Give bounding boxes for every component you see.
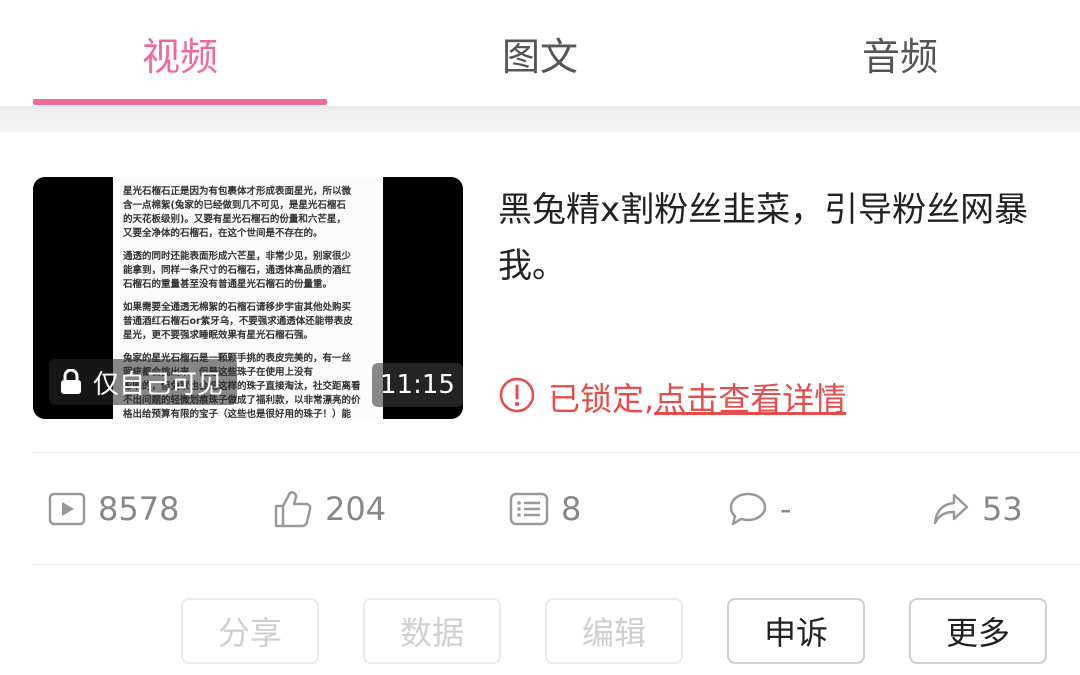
- doc-line: 通透的同时还能表面形成六芒星，非常少见，别家很少: [123, 251, 352, 262]
- doc-line: 格出给预算有限的宝子（这些也是很好用的珠子！）能: [123, 409, 352, 419]
- play-count-value: 8578: [98, 490, 180, 528]
- appeal-button[interactable]: 申诉: [727, 598, 865, 664]
- tab-video[interactable]: 视频: [33, 26, 327, 81]
- locked-label: 已锁定,: [548, 380, 655, 418]
- divider: [33, 564, 1080, 565]
- visibility-badge: 仅自己可见: [49, 359, 238, 405]
- play-icon: [48, 492, 86, 526]
- comment-count[interactable]: -: [728, 486, 792, 532]
- doc-line: 又要全净体的石榴石，在这个世间是不存在的。: [123, 228, 323, 239]
- data-button[interactable]: 数据: [363, 598, 501, 664]
- like-count[interactable]: 204: [273, 486, 386, 532]
- video-duration: 11:15: [372, 363, 463, 407]
- comment-icon: [728, 491, 768, 527]
- share-button[interactable]: 分享: [181, 598, 319, 664]
- doc-line: 如果需要全通透无棉絮的石榴石请移步宇宙其他处购买: [123, 302, 352, 313]
- visibility-label: 仅自己可见: [93, 369, 224, 400]
- doc-line: 星光石榴石正是因为有包裹体才形成表面星光，所以微: [123, 186, 352, 197]
- more-button[interactable]: 更多: [909, 598, 1047, 664]
- doc-line: 含一点棉絮(兔家的已经做到几不可见，是星光石榴石: [123, 200, 346, 211]
- section-divider: [0, 106, 1080, 132]
- doc-line: 的天花板级别)。又要有星光石榴石的份量和六芒星，: [123, 214, 346, 225]
- doc-line: 石榴石的重量甚至没有普通星光石榴石的份量重。: [123, 279, 333, 290]
- video-thumbnail[interactable]: 星光石榴石正是因为有包裹体才形成表面星光，所以微 含一点棉絮(兔家的已经做到几不…: [33, 177, 463, 419]
- doc-line: 普通酒红石榴石or紫牙乌，不要强求通透体还能带表皮: [123, 316, 353, 327]
- doc-line: 能拿到，同样一条尺寸的石榴石，通透体高品质的酒红: [123, 265, 352, 276]
- active-tab-indicator: [33, 99, 327, 105]
- video-title[interactable]: 黑兔精x割粉丝韭菜，引导粉丝网暴我。: [498, 182, 1048, 294]
- doc-line: 星光，更不要强求睡眠效果有星光石榴石强。: [123, 330, 314, 341]
- tab-image-text[interactable]: 图文: [393, 26, 687, 81]
- share-count[interactable]: 53: [932, 486, 1023, 532]
- list-count[interactable]: 8: [509, 486, 581, 532]
- view-details-link[interactable]: 点击查看详情: [654, 380, 846, 418]
- list-icon: [509, 492, 549, 526]
- play-count: 8578: [48, 486, 179, 532]
- share-count-value: 53: [982, 490, 1023, 528]
- lock-icon: [59, 368, 83, 395]
- thumbs-up-icon: [273, 489, 313, 529]
- edit-button[interactable]: 编辑: [545, 598, 683, 664]
- divider: [33, 452, 1080, 453]
- comment-count-value: -: [780, 490, 792, 528]
- locked-status[interactable]: 已锁定,点击查看详情: [498, 374, 846, 420]
- tab-bar: 视频 图文 音频: [0, 0, 1080, 106]
- share-icon: [932, 492, 970, 526]
- list-count-value: 8: [561, 490, 582, 528]
- info-circle-icon: [498, 376, 536, 418]
- tab-audio[interactable]: 音频: [753, 26, 1047, 81]
- like-count-value: 204: [325, 490, 387, 528]
